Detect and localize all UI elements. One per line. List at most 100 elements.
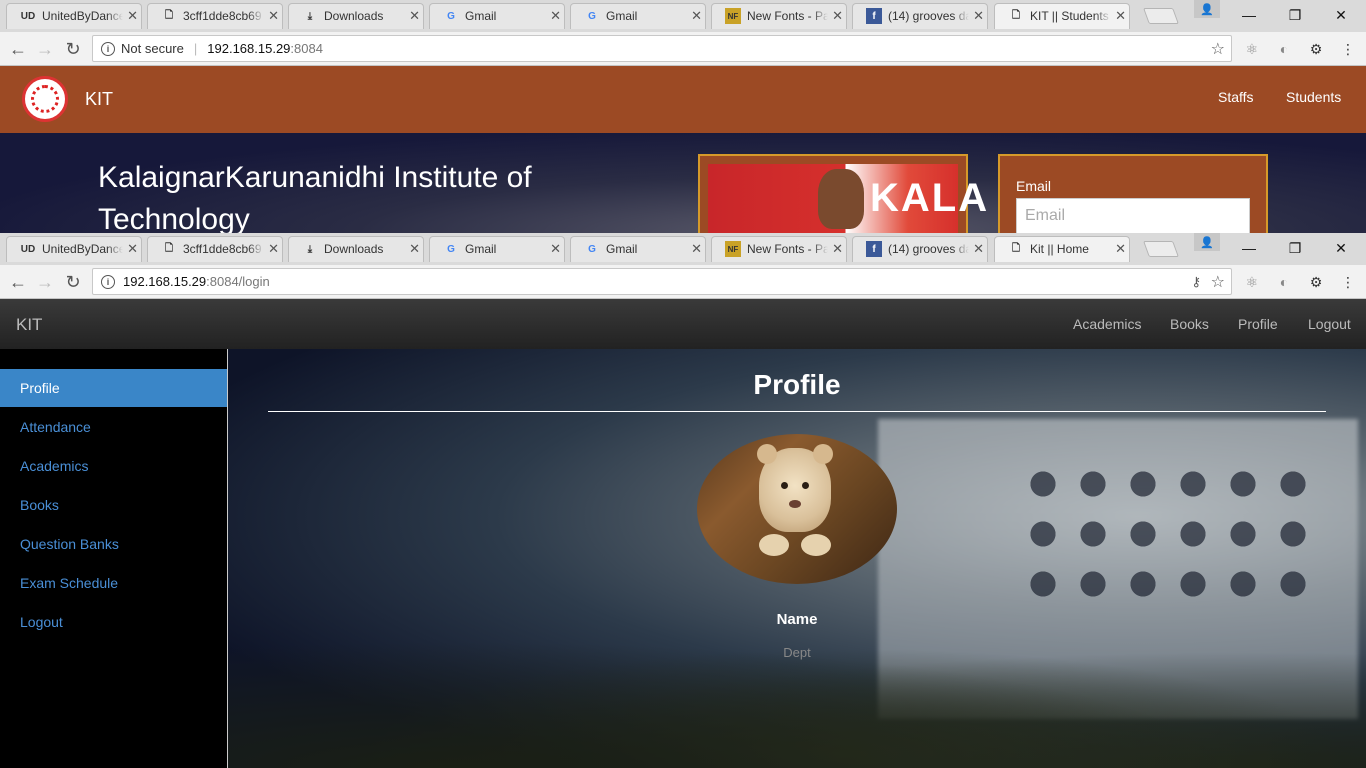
separator: | [193,41,198,56]
forward-icon[interactable]: → [33,270,57,294]
minimize-icon[interactable]: — [1226,0,1272,30]
extension-icon[interactable]: ⚛ [1243,40,1261,58]
sidebar-item-question-banks[interactable]: Question Banks [0,525,227,563]
bookmark-star-icon[interactable]: ☆ [1211,39,1225,59]
nav-students[interactable]: Students [1286,89,1341,105]
tab-document[interactable]: 🗋 3cff1dde8cb69 ✕ [141,236,289,262]
reload-icon[interactable]: ↻ [61,270,85,294]
tab-title: Downloads [324,9,384,23]
nav-academics[interactable]: Academics [1073,316,1141,332]
nav-books[interactable]: Books [1170,316,1209,332]
close-icon[interactable]: ✕ [550,241,561,257]
key-icon[interactable]: ⚷ [1191,274,1201,290]
sidebar-item-academics[interactable]: Academics [0,447,227,485]
new-tab-button[interactable] [1143,8,1179,24]
restore-icon[interactable]: ❐ [1272,0,1318,30]
browser-toolbar: ← → ↻ i Not secure | 192.168.15.29:8084 … [0,32,1366,66]
sidebar-item-exam-schedule[interactable]: Exam Schedule [0,564,227,602]
profile-icon[interactable]: 👤 [1194,0,1220,18]
site-brand[interactable]: KIT [16,315,42,335]
nav-profile[interactable]: Profile [1238,316,1278,332]
back-icon[interactable]: ← [6,37,30,61]
profile-icon[interactable]: 👤 [1194,233,1220,251]
hero-section: KalaignarKarunanidhi Institute of Techno… [0,133,1366,233]
close-icon[interactable]: ✕ [691,8,702,24]
banner-text: KALA [870,176,990,220]
tab-gmail[interactable]: G Gmail ✕ [423,236,571,262]
home-browser-window: UD UnitedByDance ✕ 🗋 3cff1dde8cb69 ✕ ⤓ D… [0,233,1366,768]
profile-name: Name [776,611,818,628]
tab-gmail[interactable]: G Gmail ✕ [564,3,712,29]
tab-unitedbydance[interactable]: UD UnitedByDance ✕ [0,3,148,29]
close-icon[interactable]: ✕ [409,8,420,24]
close-icon[interactable]: ✕ [127,241,138,257]
close-icon[interactable]: ✕ [973,241,984,257]
tab-new-fonts[interactable]: NF New Fonts - Pa ✕ [705,3,853,29]
back-icon[interactable]: ← [6,270,30,294]
close-icon[interactable]: ✕ [1115,241,1126,257]
window-close-icon[interactable]: ✕ [1318,0,1364,30]
address-bar[interactable]: i Not secure | 192.168.15.29:8084 ☆ [92,35,1232,62]
tab-strip: UD UnitedByDance ✕ 🗋 3cff1dde8cb69 ✕ ⤓ D… [0,233,1366,265]
reload-icon[interactable]: ↻ [61,37,85,61]
tab-title: New Fonts - Pa [747,9,829,23]
bookmark-star-icon[interactable]: ☆ [1211,272,1225,292]
facebook-icon: f [866,241,882,257]
tab-title: Kit || Home [1030,242,1089,256]
tab-kit-home[interactable]: 🗋 Kit || Home ✕ [988,236,1136,262]
settings-gear-icon[interactable]: ⚙ [1307,40,1325,58]
tab-facebook[interactable]: f (14) grooves da ✕ [846,236,994,262]
new-tab-button[interactable] [1143,241,1179,257]
tab-kit-students[interactable]: 🗋 KIT || Students ✕ [988,3,1136,29]
restore-icon[interactable]: ❐ [1272,233,1318,263]
close-icon[interactable]: ✕ [127,8,138,24]
site-brand[interactable]: KIT [85,89,113,110]
sidebar-item-books[interactable]: Books [0,486,227,524]
sidebar-item-logout[interactable]: Logout [0,603,227,641]
settings-gear-icon[interactable]: ⚙ [1307,273,1325,291]
close-icon[interactable]: ✕ [973,8,984,24]
window-close-icon[interactable]: ✕ [1318,233,1364,263]
tab-downloads[interactable]: ⤓ Downloads ✕ [282,236,430,262]
tab-gmail[interactable]: G Gmail ✕ [564,236,712,262]
info-icon[interactable]: i [101,41,115,56]
menu-dots-icon[interactable]: ⋮ [1339,273,1357,291]
tab-new-fonts[interactable]: NF New Fonts - Pa ✕ [705,236,853,262]
tab-title: (14) grooves da [888,242,970,256]
close-icon[interactable]: ✕ [550,8,561,24]
email-field[interactable] [1016,198,1250,233]
close-icon[interactable]: ✕ [268,241,279,257]
minimize-icon[interactable]: — [1226,233,1272,263]
tab-downloads[interactable]: ⤓ Downloads ✕ [282,3,430,29]
sidebar-item-attendance[interactable]: Attendance [0,408,227,446]
tab-facebook[interactable]: f (14) grooves da ✕ [846,3,994,29]
ubd-favicon-icon: UD [20,243,36,255]
tab-document[interactable]: 🗋 3cff1dde8cb69 ✕ [141,3,289,29]
tab-gmail[interactable]: G Gmail ✕ [423,3,571,29]
fonts-favicon-icon: NF [725,241,741,257]
close-icon[interactable]: ✕ [268,8,279,24]
extension-disabled-icon[interactable]: ◐ [1275,273,1293,291]
nav-logout[interactable]: Logout [1308,316,1351,332]
sidebar-item-profile[interactable]: Profile [0,369,227,407]
forward-icon[interactable]: → [33,37,57,61]
page-title: Profile [753,369,841,400]
download-icon: ⤓ [307,10,313,22]
tab-title: 3cff1dde8cb69 [183,9,262,23]
kit-logo[interactable] [22,76,68,122]
close-icon[interactable]: ✕ [832,8,843,24]
nav-staffs[interactable]: Staffs [1218,89,1254,105]
close-icon[interactable]: ✕ [1115,8,1126,24]
extension-icon[interactable]: ⚛ [1243,273,1261,291]
tab-title: UnitedByDance [42,9,124,23]
close-icon[interactable]: ✕ [832,241,843,257]
address-bar[interactable]: i 192.168.15.29:8084/login ⚷ ☆ [92,268,1232,295]
extension-disabled-icon[interactable]: ◐ [1275,40,1293,58]
tab-unitedbydance[interactable]: UD UnitedByDance ✕ [0,236,148,262]
menu-dots-icon[interactable]: ⋮ [1339,40,1357,58]
tab-title: Downloads [324,242,384,256]
close-icon[interactable]: ✕ [409,241,420,257]
close-icon[interactable]: ✕ [691,241,702,257]
avatar [697,434,897,584]
info-icon[interactable]: i [101,274,115,289]
